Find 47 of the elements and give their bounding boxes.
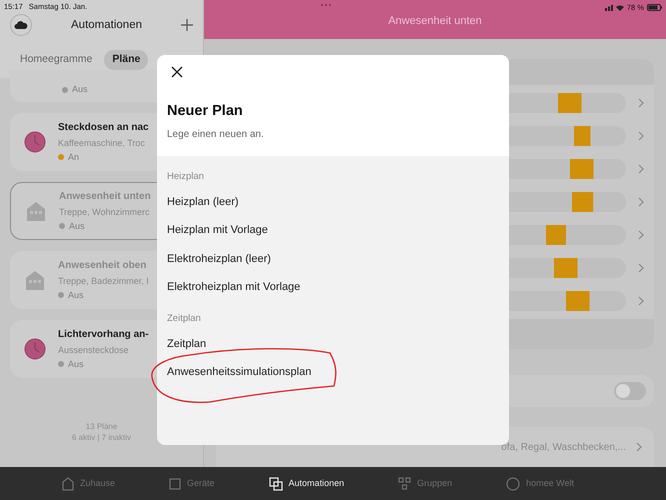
cloud-button[interactable] — [10, 14, 32, 36]
segment-tab[interactable]: Pläne — [104, 50, 148, 70]
grid-icon — [398, 477, 412, 490]
status-text: Aus — [72, 82, 88, 96]
wifi-icon — [616, 4, 624, 11]
sidebar-title: Automationen — [71, 18, 142, 33]
status-text: Aus — [69, 220, 85, 232]
clock-icon — [24, 338, 46, 360]
plus-icon[interactable] — [181, 19, 193, 32]
plan-devices: Kaffeemaschine, Troc — [58, 136, 146, 148]
plan-title: Lichtervorhang an- — [58, 328, 149, 342]
devices-value: ofa, Regal, Waschbecken,... — [501, 440, 626, 454]
chevron-icon — [636, 442, 642, 452]
plan-count: 13 Pläne — [86, 421, 118, 432]
status-text: Aus — [68, 358, 84, 370]
house-icon — [62, 476, 74, 490]
overlapping-squares-icon — [268, 476, 283, 490]
tab-bar-item[interactable]: Automationen — [268, 476, 344, 490]
plan-devices: Treppe, Badezimmer, I — [58, 274, 149, 286]
plan-title: Anwesenheit unten — [59, 190, 151, 204]
detail-title: Anwesenheit unten — [388, 14, 482, 28]
plan-count: 6 aktiv | 7 inaktiv — [72, 432, 131, 443]
chevron-icon — [638, 296, 644, 306]
clock-icon — [24, 131, 46, 154]
plan-title: Anwesenheit oben — [58, 258, 148, 272]
chevron-icon — [638, 131, 644, 141]
house-icon — [25, 200, 47, 222]
status-text: An — [68, 150, 80, 164]
cloud-icon — [14, 20, 28, 30]
section-heading: Heizplan — [167, 170, 205, 184]
square-icon — [169, 478, 182, 490]
chevron-icon — [638, 98, 644, 108]
house-icon — [24, 269, 46, 292]
battery-icon — [647, 4, 662, 12]
close-icon[interactable] — [170, 65, 184, 79]
status-text: Aus — [68, 288, 84, 302]
chevron-icon — [638, 197, 644, 207]
plan-title: Steckdosen an nac — [58, 120, 149, 134]
plan-devices: Treppe, Wohnzimmerc — [59, 206, 151, 218]
plan-devices: Aussensteckdose — [58, 344, 130, 356]
circle-icon — [506, 476, 520, 490]
chevron-icon — [638, 230, 644, 240]
toggle-switch[interactable] — [614, 382, 646, 400]
signal-icon — [604, 4, 613, 11]
chevron-icon — [638, 164, 644, 174]
chevron-icon — [638, 263, 644, 273]
segment-tab[interactable]: Homeegramme — [12, 50, 100, 70]
